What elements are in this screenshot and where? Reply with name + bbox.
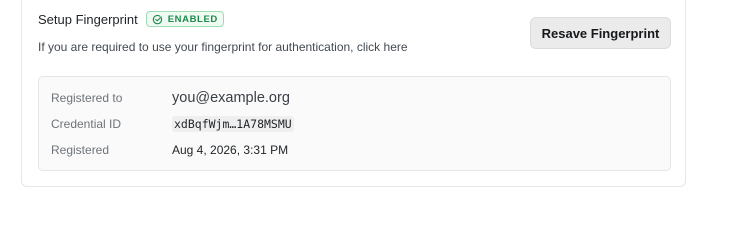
credential-details-panel: Registered to you@example.org Credential… [38,76,671,171]
detail-label: Registered to [51,91,123,105]
fingerprint-description: If you are required to use your fingerpr… [38,40,408,54]
detail-label: Credential ID [51,117,122,131]
fingerprint-header: Setup Fingerprint ENABLED [38,11,224,27]
resave-fingerprint-button[interactable]: Resave Fingerprint [530,17,671,49]
detail-row-registered-to: Registered to you@example.org [51,88,290,108]
registered-email-value: you@example.org [172,90,290,106]
status-badge-label: ENABLED [167,13,218,25]
registered-date-value: Aug 4, 2026, 3:31 PM [172,143,289,157]
detail-label: Registered [51,143,110,157]
check-circle-icon [152,14,162,24]
detail-row-registered: Registered Aug 4, 2026, 3:31 PM [51,140,288,160]
section-title: Setup Fingerprint [38,11,138,27]
credential-id-value: xdBqfWjm…1A78MSMU [172,116,294,132]
status-badge: ENABLED [145,11,224,27]
detail-row-credential-id: Credential ID xdBqfWjm…1A78MSMU [51,114,294,134]
